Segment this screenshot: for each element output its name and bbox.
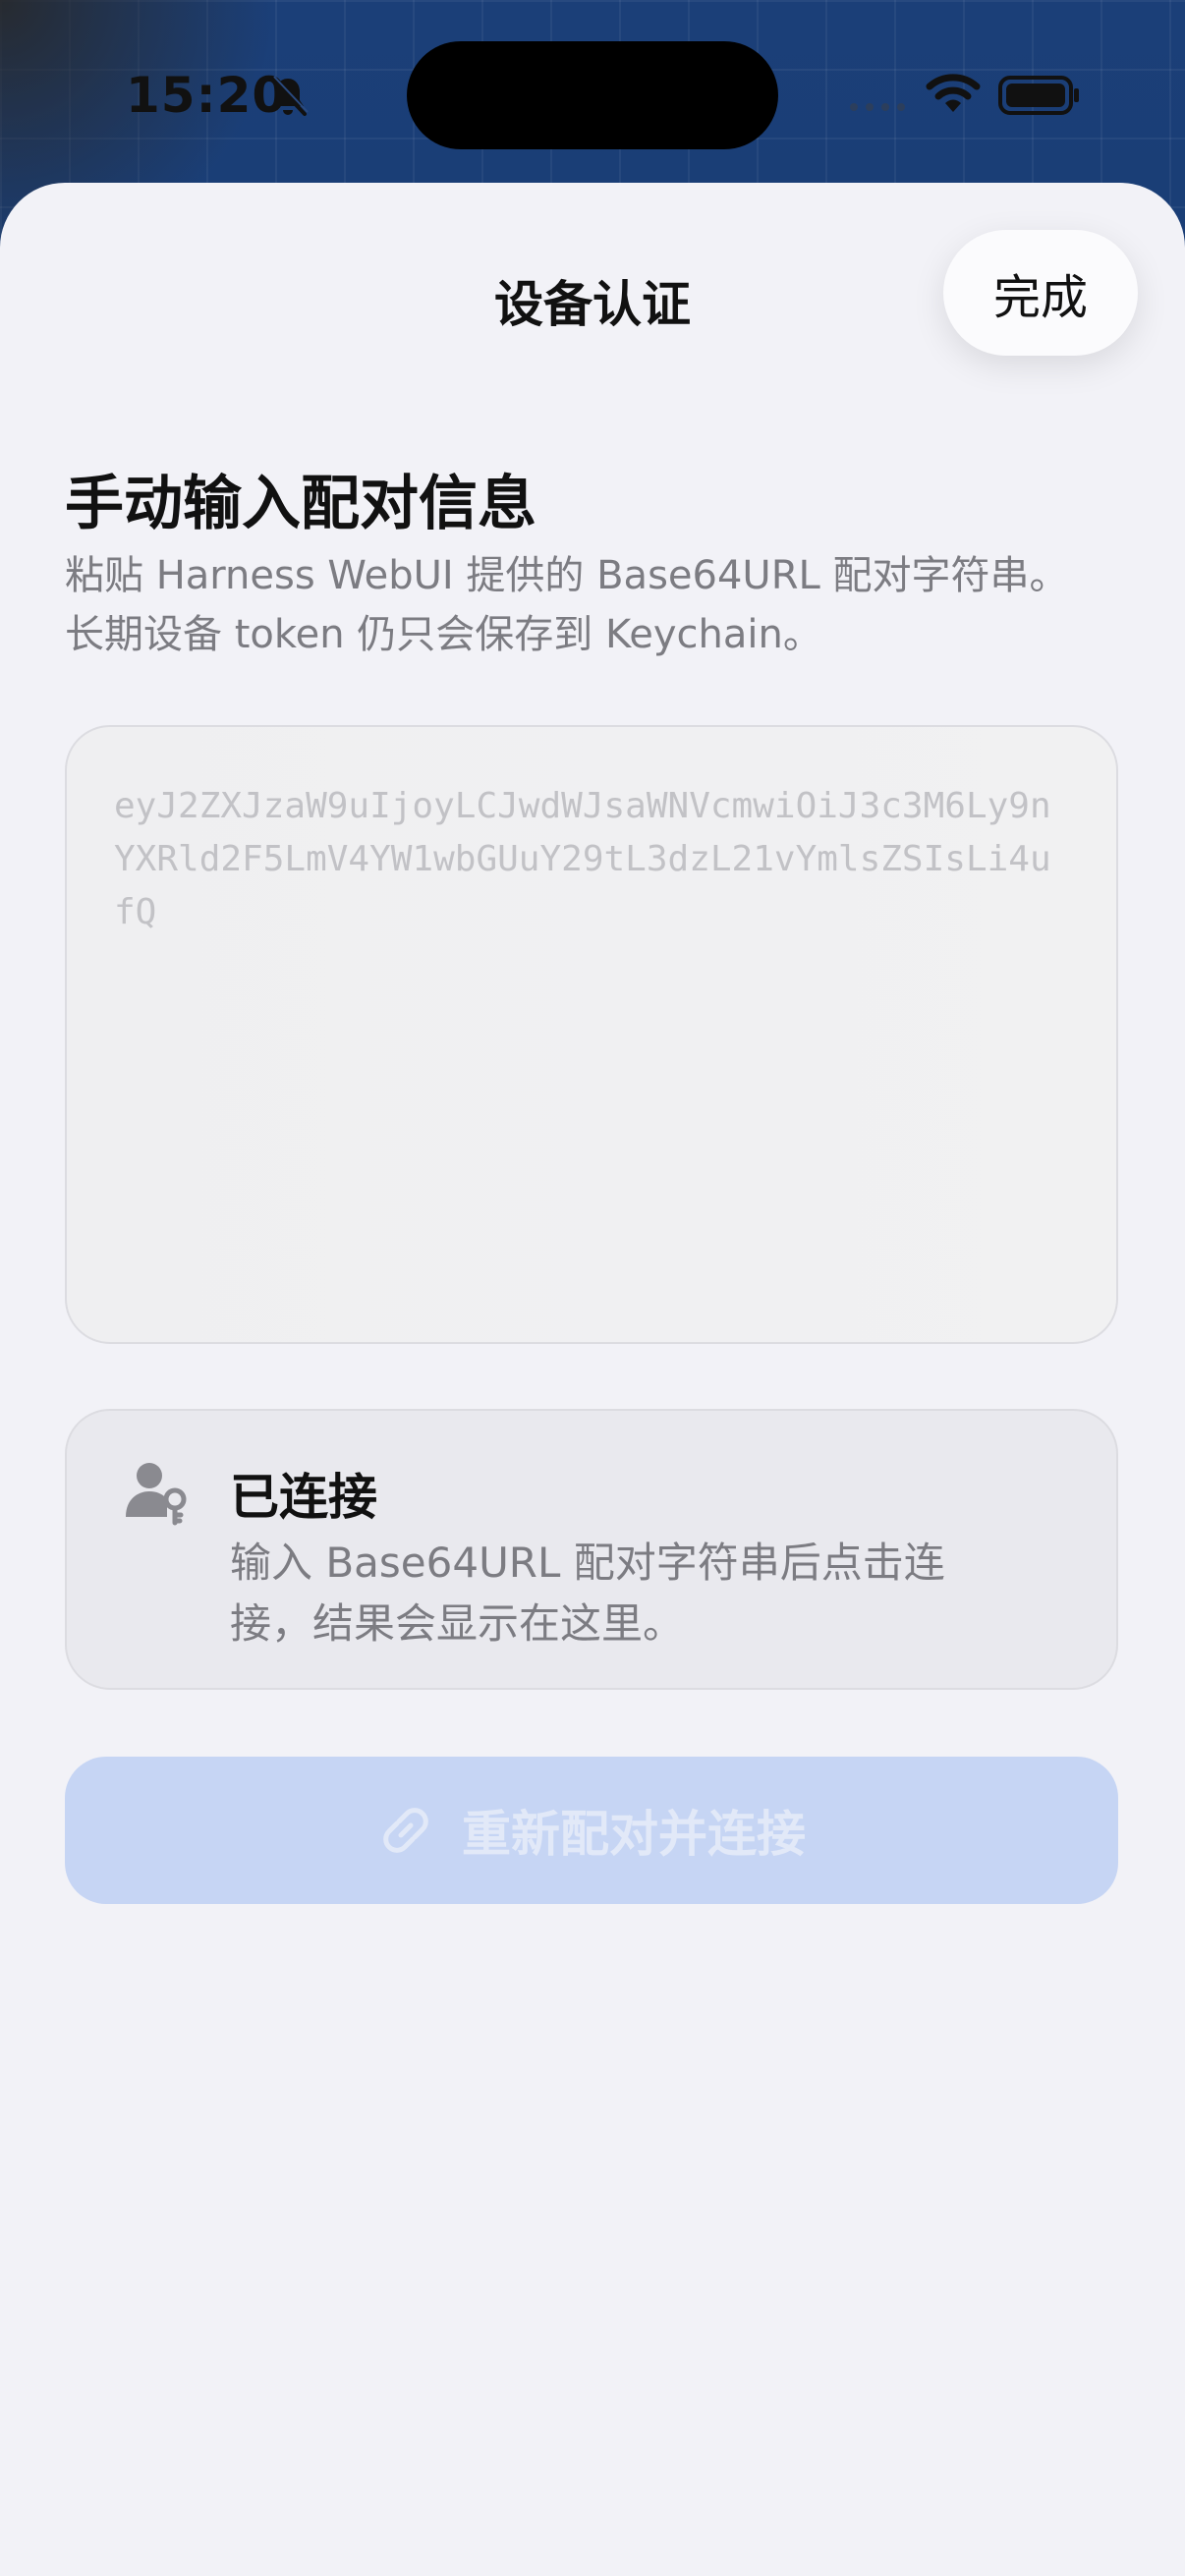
signal-icon (850, 103, 905, 111)
connection-status-title: 已连接 (230, 1469, 377, 1526)
done-button[interactable]: 完成 (943, 230, 1138, 356)
status-time: 15:20 (126, 67, 288, 124)
dynamic-island (407, 41, 778, 149)
pairing-string-input[interactable] (65, 725, 1118, 1344)
wifi-icon (926, 74, 981, 112)
connection-status-card: 已连接 输入 Base64URL 配对字符串后点击连接，结果会显示在这里。 (65, 1409, 1118, 1690)
reconnect-button[interactable]: 重新配对并连接 (65, 1757, 1118, 1904)
link-icon (383, 1808, 428, 1853)
manual-entry-description: 粘贴 Harness WebUI 提供的 Base64URL 配对字符串。长期设… (65, 553, 1069, 657)
manual-entry-heading: 手动输入配对信息 (65, 470, 536, 538)
auth-sheet: 设备认证 完成 手动输入配对信息 粘贴 Harness WebUI 提供的 Ba… (0, 183, 1185, 2576)
person-key-icon (126, 1463, 187, 1526)
battery-icon (998, 76, 1079, 115)
status-bar: 15:20 (0, 0, 1185, 187)
reconnect-button-label: 重新配对并连接 (462, 1806, 806, 1863)
device-auth-screen: 15:20 设备认证 完成 手动输入配对信息 粘贴 Harness WebUI … (0, 0, 1185, 2576)
connection-status-description: 输入 Base64URL 配对字符串后点击连接，结果会显示在这里。 (230, 1539, 945, 1648)
bell-slash-icon (269, 76, 309, 116)
